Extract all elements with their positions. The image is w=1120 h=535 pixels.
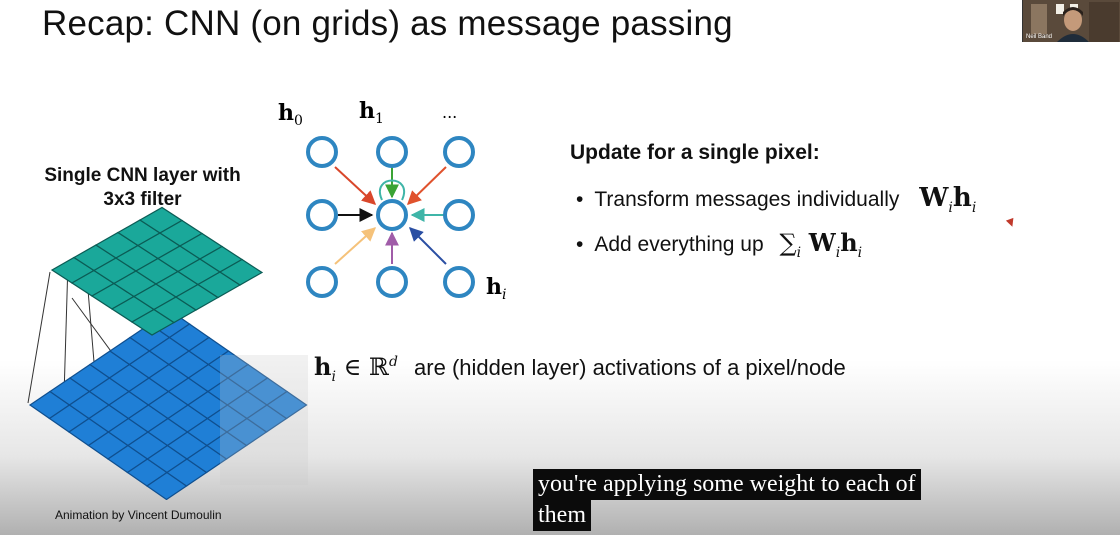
edge-topright: [406, 166, 447, 205]
node-2-0: [306, 266, 338, 298]
label-hi: hi: [486, 274, 506, 303]
node-0-1: [376, 136, 408, 168]
bullet-transform: • Transform messages individually Wihi: [576, 183, 976, 216]
bullet-text: Add everything up: [594, 233, 764, 256]
slide-title: Recap: CNN (on grids) as message passing: [42, 4, 733, 43]
bullet-text: Transform messages individually: [594, 188, 900, 211]
subtitle-line-1: you're applying some weight to each of: [533, 469, 921, 500]
node-2-1: [376, 266, 408, 298]
activation-text: are (hidden layer) activations of a pixe…: [414, 355, 846, 380]
ghost-box: [220, 355, 308, 485]
bullet-sum: • Add everything up ∑i Wihi: [576, 228, 862, 261]
edge-topleft: [334, 166, 377, 205]
output-grid: [50, 206, 264, 336]
cnn-caption-line1: Single CNN layer with: [44, 165, 241, 186]
node-1-0: [306, 199, 338, 231]
node-center: [376, 199, 408, 231]
node-2-2: [443, 266, 475, 298]
bullet-dot: •: [576, 188, 584, 211]
activation-definition: hi ∈ ℝd are (hidden layer) activations o…: [314, 352, 846, 385]
label-ellipsis: ...: [442, 103, 457, 122]
subtitle-line-2: them: [533, 500, 591, 531]
formula-hi-in-rd: hi ∈ ℝd: [314, 352, 398, 385]
node-0-2: [443, 136, 475, 168]
animation-credit: Animation by Vincent Dumoulin: [55, 508, 222, 522]
node-0-0: [306, 136, 338, 168]
label-h0: h0: [278, 100, 303, 129]
edge-bottomright: [409, 227, 447, 265]
edge-bottomleft: [334, 227, 377, 265]
node-1-2: [443, 199, 475, 231]
nodes: [306, 136, 475, 298]
message-passing-graph: h0 h1 ... hi: [278, 98, 506, 303]
bullet-dot: •: [576, 233, 584, 256]
formula-wh: Wihi: [919, 183, 977, 217]
laser-pointer: [1005, 217, 1017, 229]
webcam-name-label: Neil Band: [1026, 34, 1053, 40]
label-h1: h1: [359, 98, 384, 127]
update-heading: Update for a single pixel:: [570, 141, 820, 164]
formula-sum-wh: ∑i Wihi: [779, 228, 863, 261]
presenter-webcam: Neil Band: [1022, 0, 1120, 42]
